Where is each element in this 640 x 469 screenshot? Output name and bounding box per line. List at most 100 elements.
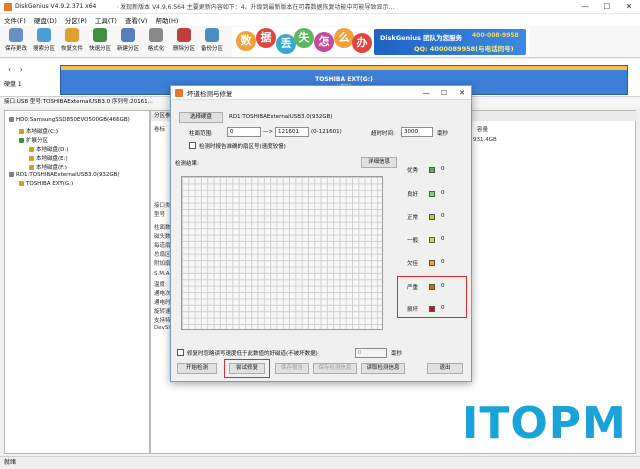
range-arrow: —> [263,129,274,135]
partition-icon [19,138,24,143]
sector-map-grid [181,176,383,330]
cylinder-to-input[interactable]: 121601 [275,127,309,137]
highlight-box-repair [224,359,270,378]
timeout-unit: 毫秒 [437,131,449,137]
disk-icon [9,117,14,122]
field-label: 磁头数 [154,234,171,240]
cylinder-hint: (0-121601) [311,129,342,135]
timeout-input[interactable]: 3000 [401,127,433,137]
save-icon [9,28,23,42]
field-label: S.M.A [154,271,170,277]
tree-item-e[interactable]: 本地磁盘(E:) [29,154,68,162]
field-label: 温度: [154,282,167,288]
result-label: 检测结果: [175,161,199,167]
partition-icon [19,129,24,134]
legend-swatch [429,237,435,243]
partition-icon [29,165,34,170]
format-button[interactable]: 格式化 [142,28,170,52]
recover-file-icon [65,28,79,42]
dialog-title: 坏道检测与修复 [187,89,233,98]
col-label: 卷标 [154,127,166,133]
highlight-box-severe-damaged [397,276,467,318]
tree-item-g[interactable]: TOSHIBA EXT(G:) [19,181,73,187]
disk-icon [9,172,14,177]
update-notice[interactable]: · 发现新版本 V4.9.6.564 主要更新内容如下：4、升级到最新版本在可靠… [116,2,394,11]
exit-button[interactable]: 退出 [427,363,463,374]
tree-item-extended[interactable]: 扩展分区 [19,136,48,144]
quick-partition-button[interactable]: 快速分区 [86,28,114,52]
save-report-button[interactable]: 保存报告 [275,363,309,374]
minimize-button[interactable]: — [574,2,596,11]
menu-view[interactable]: 查看(V) [125,15,148,25]
tree-item-c[interactable]: 本地磁盘(C:) [19,127,58,135]
delete-partition-button[interactable]: 删除分区 [170,28,198,52]
select-disk-button[interactable]: 选择硬盘 [179,112,223,123]
menu-file[interactable]: 文件(F) [4,15,26,25]
backup-partition-button[interactable]: 备份分区 [198,28,226,52]
disk-tree: HD0:SamsungSSD850EVO500GB(466GB) 本地磁盘(C:… [4,110,150,454]
close-button[interactable]: ✕ [618,2,640,11]
next-disk-button[interactable]: › [20,65,23,74]
watermark-logo: ITOPM [462,398,627,449]
save-changes-button[interactable]: 保存更改 [2,28,30,52]
field-label: 柱面数 [154,225,171,231]
field-label: 旋转速 [154,309,171,315]
banner-char: 办 [352,33,372,53]
recover-file-button[interactable]: 恢复文件 [58,28,86,52]
read-info-button[interactable]: 读取检测信息 [361,363,405,374]
skip-slow-label: 修复时忽略读写速度低于此数值的好磁道(不被坏数据) [187,351,318,357]
menu-help[interactable]: 帮助(H) [155,15,178,25]
banner-char: 据 [256,28,276,48]
title-bar: DiskGenius V4.9.2.371 x64 · 发现新版本 V4.9.6… [0,0,640,14]
dialog-app-icon [175,88,183,97]
dialog-minimize-button[interactable]: — [417,89,435,97]
menu-partition[interactable]: 分区(P) [65,15,87,25]
maximize-button[interactable]: ☐ [596,2,618,11]
dialog-close-button[interactable]: ✕ [453,89,471,97]
ad-banner[interactable]: 数 据 丢 失 怎 么 办 DiskGenius 团队为您服务 400-008-… [232,27,530,57]
tree-item-f[interactable]: 本地磁盘(F:) [29,163,67,171]
detail-info-button[interactable]: 详细信息 [361,157,397,168]
field-label: 每道扇 [154,243,171,249]
search-partition-button[interactable]: 搜索分区 [30,28,58,52]
selected-disk-name: RD1:TOSHIBAExternalUSB3.0(932GB) [229,114,333,120]
timeout-label: 超时时间: [371,131,395,137]
promo-phone: 400-008-9958 [472,32,519,39]
field-label: 接口类 [154,203,171,209]
field-label: 通电次 [154,291,171,297]
partition-icon [29,147,34,152]
cylinder-range-label: 柱面范围: [189,131,213,137]
field-label: 总扇区 [154,252,171,258]
search-partition-icon [37,28,51,42]
dialog-maximize-button[interactable]: ☐ [435,89,453,97]
report-sector-label: 检测时报告准确的扇区号(速度较慢) [199,144,286,150]
field-label: DevSl [154,325,170,331]
cylinder-from-input[interactable]: 0 [227,127,261,137]
banner-char: 丢 [276,34,296,54]
prev-disk-button[interactable]: ‹ [8,65,11,74]
window-title: DiskGenius V4.9.2.371 x64 [15,3,97,10]
tree-item-hd0[interactable]: HD0:SamsungSSD850EVO500GB(466GB) [9,117,130,123]
status-bar: 就绪 [0,456,640,469]
new-partition-button[interactable]: 新建分区 [114,28,142,52]
col-capacity: 容量 [477,127,489,133]
start-check-button[interactable]: 开始检测 [177,363,217,374]
field-label: 型号 [154,212,166,218]
field-label: 支持特 [154,318,171,324]
menu-bar: 文件(F) 硬盘(D) 分区(P) 工具(T) 查看(V) 帮助(H) [0,14,640,26]
partition-icon [19,181,24,186]
menu-disk[interactable]: 硬盘(D) [34,15,57,25]
new-partition-icon [121,28,135,42]
tree-item-d[interactable]: 本地磁盘(D:) [29,145,68,153]
field-label: 附加扇 [154,261,171,267]
quick-partition-icon [93,28,107,42]
skip-slow-checkbox[interactable] [177,349,184,356]
skip-slow-input[interactable]: 0 [355,348,387,358]
disk-label: 硬盘 1 [4,81,22,88]
report-sector-checkbox[interactable] [189,142,196,149]
tree-item-rd1[interactable]: RD1:TOSHIBAExternalUSB3.0(932GB) [9,172,120,178]
banner-char: 失 [294,28,314,48]
save-info-button[interactable]: 保存检测信息 [313,363,357,374]
menu-tools[interactable]: 工具(T) [95,15,117,25]
legend-swatch [429,167,435,173]
